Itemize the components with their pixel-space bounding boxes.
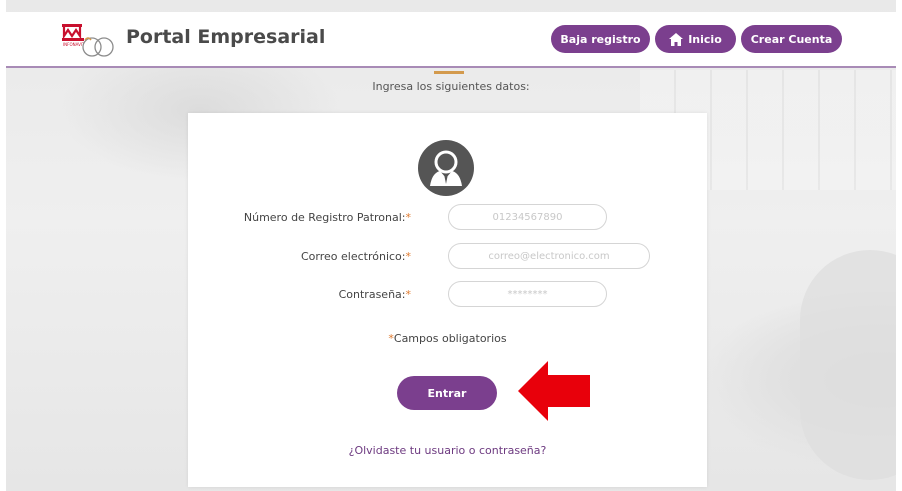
- contrasena-label: Contraseña:*: [339, 288, 411, 301]
- correo-label: Correo electrónico:*: [301, 250, 411, 263]
- contrasena-input[interactable]: ********: [448, 281, 607, 307]
- registro-patronal-label-text: Número de Registro Patronal:: [243, 211, 406, 224]
- required-note: *Campos obligatorios: [188, 332, 707, 345]
- accent-line: [434, 71, 464, 74]
- registro-patronal-label: Número de Registro Patronal:*: [244, 211, 411, 224]
- required-note-text: Campos obligatorios: [393, 332, 507, 345]
- inicio-label: Inicio: [688, 32, 722, 46]
- baja-registro-button[interactable]: Baja registro: [551, 25, 650, 53]
- background-cup: [800, 250, 902, 480]
- header-bar: INFONAVIT Portal Empresarial Baja regist…: [6, 12, 896, 68]
- correo-label-text: Correo electrónico:: [301, 250, 406, 263]
- svg-text:INFONAVIT: INFONAVIT: [63, 42, 85, 47]
- correo-input[interactable]: correo@electronico.com: [448, 243, 650, 269]
- required-mark: *: [405, 288, 412, 301]
- frame-left: [0, 0, 6, 491]
- registro-patronal-input[interactable]: 01234567890: [448, 204, 607, 230]
- crear-cuenta-button[interactable]: Crear Cuenta: [741, 25, 842, 53]
- required-mark: *: [405, 211, 412, 224]
- red-arrow-icon: [518, 361, 590, 421]
- user-avatar-icon: [418, 140, 474, 196]
- crear-cuenta-label: Crear Cuenta: [750, 32, 833, 46]
- contrasena-label-text: Contraseña:: [338, 288, 406, 301]
- page-title: Portal Empresarial: [126, 26, 326, 48]
- required-mark: *: [405, 250, 412, 263]
- login-form-card: Número de Registro Patronal:* 0123456789…: [188, 113, 707, 487]
- infonavit-logo[interactable]: INFONAVIT: [60, 20, 118, 58]
- frame-right: [896, 0, 902, 491]
- entrar-button[interactable]: Entrar: [397, 376, 497, 410]
- forgot-credentials-link[interactable]: ¿Olvidaste tu usuario o contraseña?: [188, 444, 707, 457]
- baja-registro-label: Baja registro: [560, 32, 641, 46]
- entrar-label: Entrar: [427, 386, 467, 400]
- inicio-button[interactable]: Inicio: [655, 25, 736, 53]
- home-icon: [669, 32, 684, 46]
- intro-text: Ingresa los siguientes datos:: [372, 80, 530, 93]
